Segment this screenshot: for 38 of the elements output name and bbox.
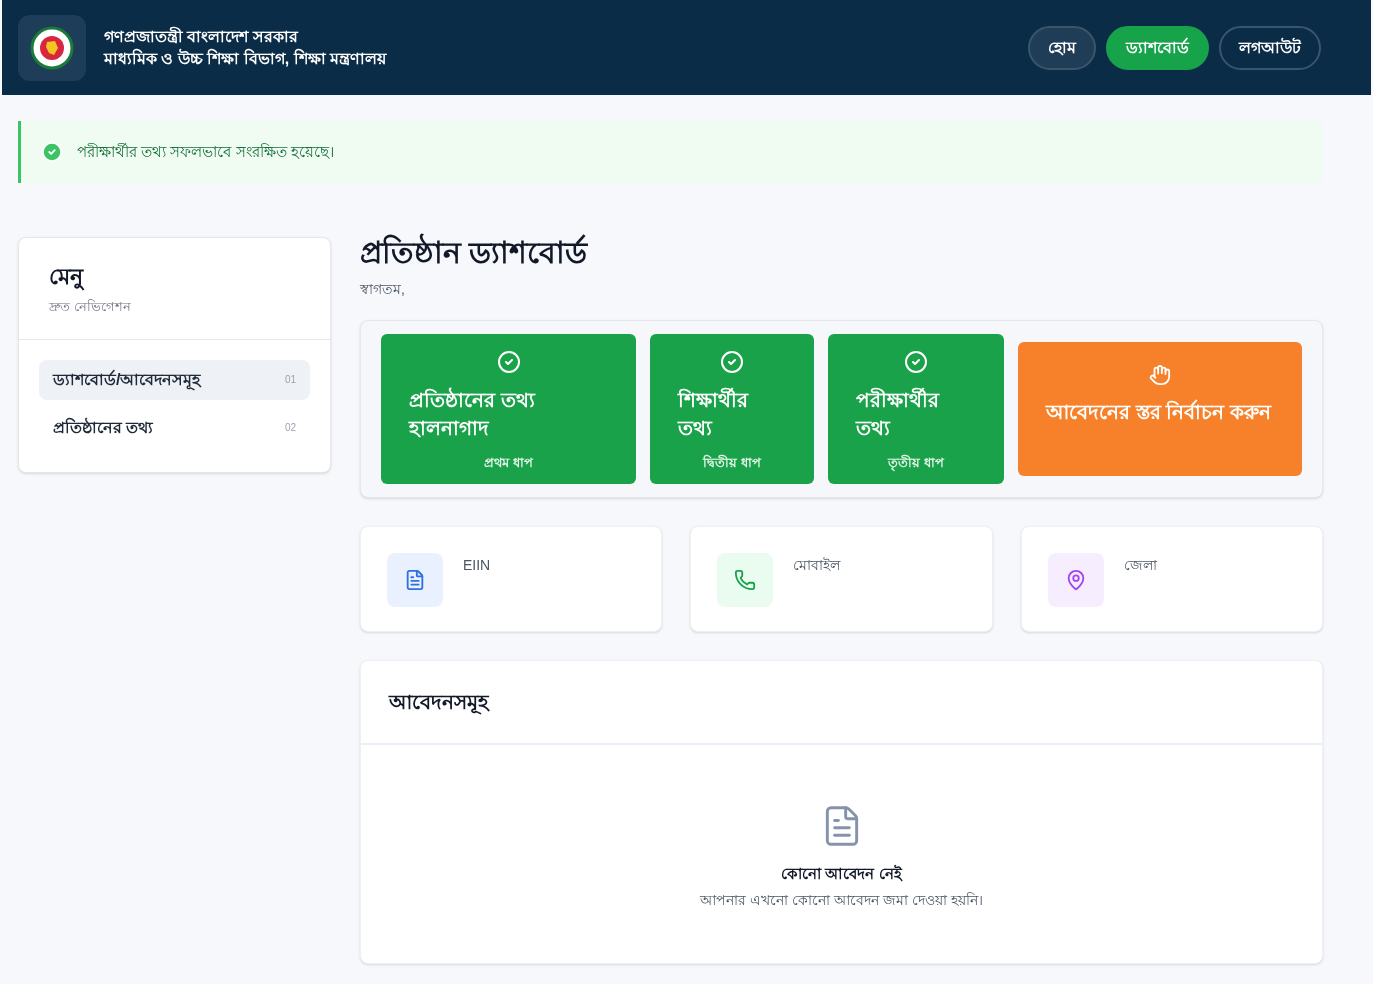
step-card[interactable]: প্রতিষ্ঠানের তথ্য হালনাগাদ প্রথম ধাপ <box>381 334 636 484</box>
step-title: শিক্ষার্থীর তথ্য <box>678 386 750 441</box>
document-icon <box>387 553 443 607</box>
menu-title: মেনু <box>49 263 85 293</box>
ministry-name: মাধ্যমিক ও উচ্চ শিক্ষা বিভাগ, শিক্ষা মন্ত্রণালয় <box>104 47 387 69</box>
step-card[interactable]: পরীক্ষার্থীর তথ্য তৃতীয় ধাপ <box>828 334 1004 484</box>
nav-button[interactable]: হোম <box>1028 25 1096 70</box>
emblem-icon <box>30 25 74 70</box>
check-circle-icon <box>496 350 521 374</box>
menu-item[interactable]: ড্যাশবোর্ড/আবেদনসমূহ 01 <box>39 359 310 400</box>
check-circle-icon <box>720 350 744 374</box>
nav-button[interactable]: লগআউট <box>1219 25 1321 70</box>
step-caption: দ্বিতীয় ধাপ <box>703 453 761 472</box>
phone-icon <box>717 553 774 607</box>
info-label: মোবাইল <box>793 556 841 575</box>
government-name: গণপ্রজাতন্ত্রী বাংলাদেশ সরকার <box>104 25 300 47</box>
empty-title: কোনো আবেদন নেই <box>781 864 902 884</box>
alert-message: পরীক্ষার্থীর তথ্য সফলভাবে সংরক্ষিত হয়েছে। <box>77 141 334 162</box>
step-title: আবেদনের স্তর নির্বাচন করুন <box>1046 398 1271 425</box>
empty-message: আপনার এখনো কোনো আবেদন জমা দেওয়া হয়নি। <box>700 890 983 910</box>
menu-item[interactable]: প্রতিষ্ঠানের তথ্য 02 <box>39 407 310 448</box>
step-card[interactable]: শিক্ষার্থীর তথ্য দ্বিতীয় ধাপ <box>650 334 814 484</box>
page-title: প্রতিষ্ঠান ড্যাশবোর্ড <box>360 235 1323 271</box>
applications-title: আবেদনসমূহ <box>389 690 489 717</box>
step-title: প্রতিষ্ঠানের তথ্য হালনাগাদ <box>409 386 537 441</box>
welcome-text: স্বাগতম, <box>360 280 406 299</box>
info-label: জেলা <box>1123 556 1157 575</box>
check-circle-icon <box>904 350 928 374</box>
menu-subtitle: দ্রুত নেভিগেশন <box>49 298 132 316</box>
hand-icon <box>1149 364 1171 386</box>
location-pin-icon <box>1047 553 1104 607</box>
step-card[interactable]: আবেদনের স্তর নির্বাচন করুন <box>1018 342 1302 476</box>
step-title: পরীক্ষার্থীর তথ্য <box>856 386 941 441</box>
step-caption: প্রথম ধাপ <box>484 453 533 472</box>
nav-button[interactable]: ড্যাশবোর্ড <box>1106 25 1209 70</box>
success-check-icon <box>41 141 63 163</box>
step-caption: তৃতীয় ধাপ <box>888 453 944 472</box>
info-label: EIIN <box>463 556 491 575</box>
